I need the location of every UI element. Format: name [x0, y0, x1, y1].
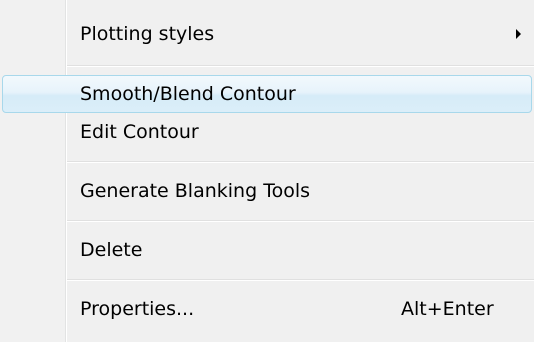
menu-separator	[67, 161, 534, 163]
menu-item-generate-blanking-tools[interactable]: Generate Blanking Tools	[0, 172, 534, 210]
menu-separator	[67, 279, 534, 281]
menu-item-shortcut: Alt+Enter	[401, 298, 494, 320]
menu-item-edit-contour[interactable]: Edit Contour	[0, 113, 534, 151]
menu-item-label: Smooth/Blend Contour	[80, 83, 296, 105]
menu-item-label: Delete	[80, 239, 143, 261]
menu-item-delete[interactable]: Delete	[0, 231, 534, 269]
menu-item-label: Properties...	[80, 298, 195, 320]
menu-separator	[67, 65, 534, 67]
menu-item-smooth-blend-contour[interactable]: Smooth/Blend Contour	[2, 75, 532, 113]
submenu-arrow-icon	[516, 29, 521, 39]
menu-item-plotting-styles[interactable]: Plotting styles	[0, 15, 534, 53]
menu-item-label: Edit Contour	[80, 121, 199, 143]
menu-item-properties[interactable]: Properties... Alt+Enter	[0, 290, 534, 328]
context-menu: Plotting styles Smooth/Blend Contour Edi…	[0, 0, 534, 342]
menu-item-label: Plotting styles	[80, 23, 215, 45]
menu-separator	[67, 220, 534, 222]
menu-item-label: Generate Blanking Tools	[80, 180, 311, 202]
